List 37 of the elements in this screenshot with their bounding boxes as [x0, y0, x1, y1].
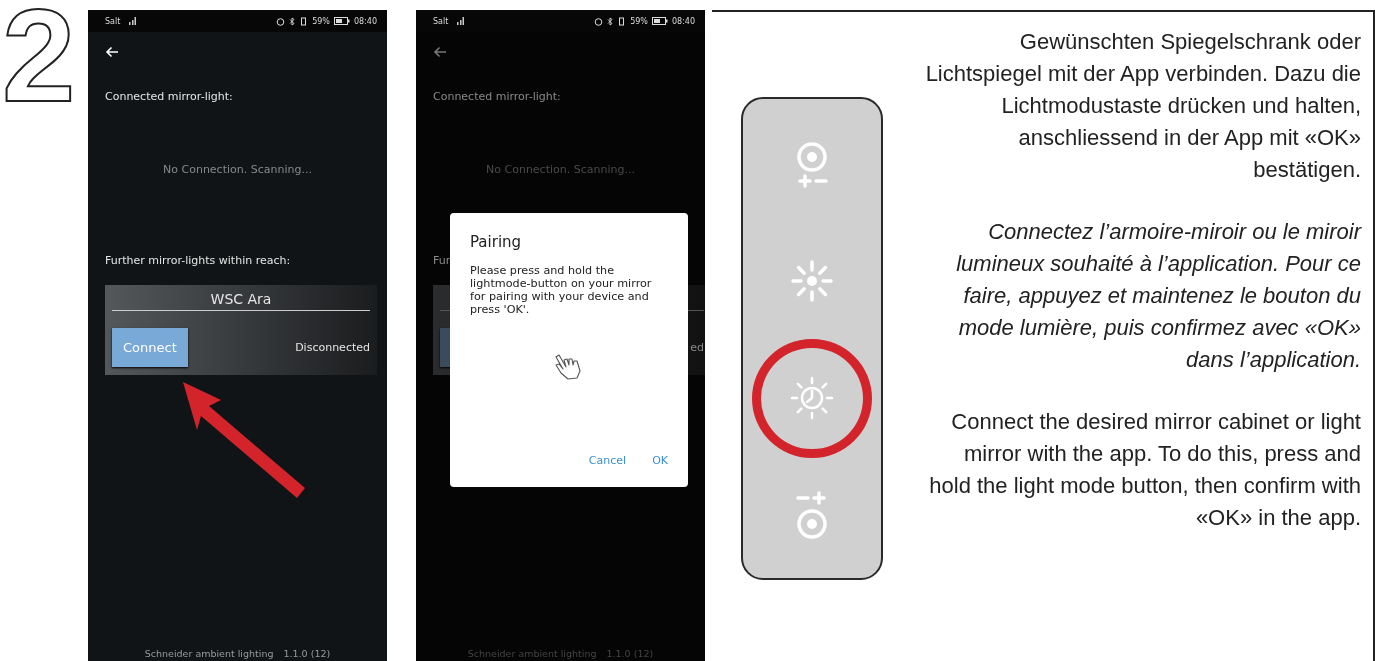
battery-icon: [651, 17, 668, 25]
vibrate-icon: [617, 16, 627, 26]
instruction-paragraph: Connect the desired mirror cabinet or light mirror with the app. To do this, press and hold the light mode button, then confirm with «OK» in the app.: [928, 408, 1361, 532]
instruction-paragraph: Connectez l’armoire-miroir ou le miroir lumineux souhaité à l’application. Pour ce faire, appuyez et maintenez le bouton du mode lumière, puis confirmez avec «OK» dans l’application.: [955, 218, 1361, 374]
connection-status: Disconnected: [295, 341, 370, 354]
step-number: 2: [1, 0, 73, 122]
scanning-status: No Connection. Scanning...: [486, 163, 635, 176]
section-label: Connected mirror-light:: [433, 90, 561, 103]
connection-status: ed: [690, 341, 704, 354]
alarm-icon: [276, 16, 286, 26]
app-version: 1.1.0 (12): [606, 648, 654, 659]
dialog-message: Please press and hold the lightmode-button on your mirror for pairing with your device and press 'OK'.: [470, 265, 653, 317]
vibrate-icon: [299, 16, 309, 26]
app-name: Schneider ambient lighting: [467, 648, 597, 659]
carrier-name: Salt: [433, 16, 449, 26]
section-label: Connected mirror-light:: [105, 90, 233, 103]
dialog-button[interactable]: OK: [652, 454, 668, 467]
alarm-icon: [594, 16, 604, 26]
battery-percent: 59%: [630, 16, 648, 26]
clock-time: 08:40: [353, 16, 377, 26]
connect-button[interactable]: Connect: [112, 328, 188, 367]
bluetooth-icon: [607, 16, 614, 26]
section-label: Further mirror-lights within reach:: [105, 254, 291, 267]
bluetooth-icon: [289, 16, 296, 26]
battery-percent: 59%: [312, 16, 330, 26]
scanning-status: No Connection. Scanning...: [163, 163, 312, 176]
carrier-name: Salt: [105, 16, 121, 26]
control-button[interactable]: [752, 338, 872, 459]
device-name: WSC Ara: [210, 290, 272, 309]
section-label: Fur: [433, 254, 451, 267]
dialog-title: Pairing: [470, 233, 522, 251]
instruction-paragraph: Gewünschten Spiegelschrank oder Lichtspiegel mit der App verbinden. Dazu die Lichtmodustaste drücken und halten, anschliessend in der App mit «OK» bestätigen.: [924, 28, 1361, 184]
dialog-button[interactable]: Cancel: [588, 454, 627, 467]
battery-icon: [333, 17, 350, 25]
clock-time: 08:40: [671, 16, 695, 26]
app-name: Schneider ambient lighting: [144, 648, 274, 659]
app-version: 1.1.0 (12): [283, 648, 331, 659]
